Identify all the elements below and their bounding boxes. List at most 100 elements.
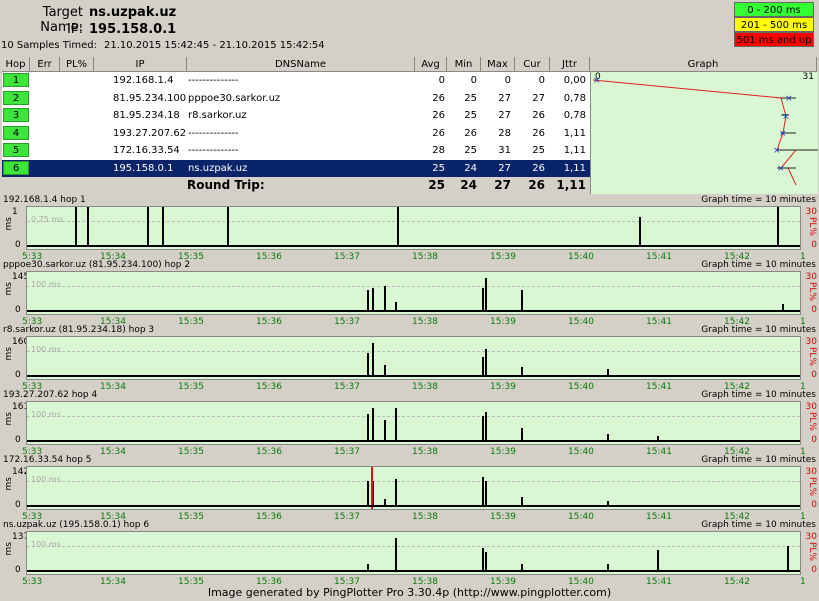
col-max[interactable]: Max: [481, 57, 515, 72]
hop-max: 27: [498, 92, 511, 104]
col-pl[interactable]: PL%: [60, 57, 94, 72]
hop-min: 25: [464, 145, 477, 156]
latency-spike: [482, 288, 484, 312]
panel-ref-line-label: 100 ms: [31, 410, 61, 419]
col-graph[interactable]: Graph: [590, 57, 817, 72]
baseline: [27, 440, 800, 442]
panel-pl-top: 30: [805, 402, 817, 412]
latency-spike: [521, 290, 523, 312]
panel-yunit: ms: [4, 282, 14, 296]
latency-spike: [777, 207, 779, 247]
panel-pl-top: 30: [805, 467, 817, 477]
hop-jttr: 1,11: [563, 145, 586, 156]
hop-jttr: 1,11: [563, 162, 586, 174]
col-cur[interactable]: Cur: [515, 57, 550, 72]
hop-row[interactable]: 3 81.95.234.18 r8.sarkor.uz 26 25 27 26 0,78: [2, 107, 590, 124]
hop-jttr: 0,78: [563, 92, 586, 104]
hop-jttr: 0,78: [563, 110, 586, 121]
hop-time-graph[interactable]: 172.16.33.54 hop 5 Graph time = 10 minute…: [0, 455, 819, 522]
hop-ip: 192.168.1.4: [113, 75, 174, 86]
hop-ip: 195.158.0.1: [113, 162, 174, 174]
round-trip-avg: 25: [428, 178, 445, 192]
col-hop[interactable]: Hop: [2, 57, 30, 72]
panel-ref-line-label: 100 ms: [31, 345, 61, 354]
panel-yunit: ms: [4, 347, 14, 361]
col-err[interactable]: Err: [30, 57, 60, 72]
col-min[interactable]: Min: [447, 57, 481, 72]
latency-spike: [384, 420, 386, 442]
hop-row[interactable]: 1 192.168.1.4 -------------- 0 0 0 0 0,00: [2, 72, 590, 89]
hop-min: 24: [464, 162, 477, 174]
hop-time-graph[interactable]: 193.27.207.62 hop 4 Graph time = 10 minut…: [0, 390, 819, 457]
round-trip-jttr: 1,11: [556, 178, 586, 192]
panel-title: r8.sarkor.uz (81.95.234.18) hop 3: [3, 325, 155, 335]
panel-pl-top: 30: [805, 272, 817, 282]
hop-row[interactable]: 4 193.27.207.62 -------------- 26 26 28 26 1,11: [2, 125, 590, 142]
panel-ymin: 0: [15, 500, 21, 510]
baseline: [27, 310, 800, 312]
latency-spike: [227, 207, 229, 247]
hop-dns: pppoe30.sarkor.uz: [188, 92, 281, 104]
latency-spike: [75, 207, 77, 247]
panel-title: 172.16.33.54 hop 5: [3, 455, 92, 465]
hop-cur: 26: [532, 162, 545, 174]
target-name-value: ns.uzpak.uz: [89, 5, 177, 20]
hop-ip: 172.16.33.54: [113, 145, 180, 156]
hop-latency-line: [592, 79, 798, 186]
hop-time-graph[interactable]: pppoe30.sarkor.uz (81.95.234.100) hop 2 G…: [0, 260, 819, 327]
panel-plot-area: 100 ms: [26, 401, 801, 445]
hop-max: 27: [498, 162, 511, 174]
latency-spike: [162, 207, 164, 247]
panel-pl-bottom: 0: [811, 305, 817, 315]
latency-spike: [482, 477, 484, 507]
footer-credit: Image generated by PingPlotter Pro 3.30.…: [207, 586, 612, 599]
panel-graph-time: Graph time = 10 minutes: [701, 325, 816, 335]
baseline: [27, 570, 800, 572]
col-jttr[interactable]: Jttr: [550, 57, 590, 72]
hop-max: 0: [504, 75, 511, 86]
hop-avg: 26: [432, 92, 445, 104]
samples-value: 21.10.2015 15:42:45 - 21.10.2015 15:42:5…: [104, 40, 325, 51]
latency-spike: [372, 408, 374, 442]
hop-number: 1: [3, 73, 29, 87]
hop1-marker: ×: [593, 76, 601, 86]
hop-time-graph[interactable]: r8.sarkor.uz (81.95.234.18) hop 3 Graph t…: [0, 325, 819, 392]
hop-ip: 81.95.234.100: [113, 92, 187, 104]
hop-latency-graph: 0 31 × × × × × ×: [590, 72, 818, 194]
hop-number: 5: [3, 143, 29, 157]
latency-spike: [485, 481, 487, 507]
latency-spike: [367, 414, 369, 442]
hop4-marker: ×: [779, 129, 787, 139]
panel-ref-line-label: 100 ms: [31, 280, 61, 289]
latency-spike: [485, 412, 487, 442]
hop-time-graph[interactable]: 192.168.1.4 hop 1 Graph time = 10 minutes…: [0, 195, 819, 262]
panel-pl-top: 30: [805, 207, 817, 217]
panel-pl-label: PL%: [807, 542, 817, 561]
hop-row[interactable]: 2 81.95.234.100 pppoe30.sarkor.uz 26 25 27 27 0…: [2, 90, 590, 107]
col-avg[interactable]: Avg: [415, 57, 447, 72]
hop-time-graph[interactable]: ns.uzpak.uz (195.158.0.1) hop 6 Graph tim…: [0, 520, 819, 587]
col-dnsname[interactable]: DNSName: [187, 57, 415, 72]
latency-spike: [367, 353, 369, 377]
panel-pl-label: PL%: [807, 412, 817, 431]
latency-spike: [482, 548, 484, 572]
hop-row[interactable]: 6 195.158.0.1 ns.uzpak.uz 25 24 27 26 1,11: [2, 159, 590, 177]
hop-row[interactable]: 5 172.16.33.54 -------------- 28 25 31 25 1,11: [2, 142, 590, 159]
panel-title: 192.168.1.4 hop 1: [3, 195, 86, 205]
round-trip-min: 24: [460, 178, 477, 192]
hop-min: 25: [464, 92, 477, 104]
hop-dns: ns.uzpak.uz: [188, 162, 248, 174]
hop-cur: 0: [538, 75, 545, 86]
panel-ref-line-label: 100 ms: [31, 540, 61, 549]
panel-plot-area: 100 ms: [26, 336, 801, 380]
panel-yunit: ms: [4, 412, 14, 426]
panel-ref-line-label: 0,75 ms: [31, 215, 64, 224]
legend-red: 501 ms and up: [734, 32, 814, 47]
hop-avg: 28: [432, 145, 445, 156]
baseline: [27, 245, 800, 247]
hop5-marker: ×: [773, 146, 781, 156]
panel-ymin: 0: [15, 305, 21, 315]
latency-spike: [395, 538, 397, 572]
hop-dns: --------------: [188, 75, 239, 86]
col-ip[interactable]: IP: [94, 57, 187, 72]
